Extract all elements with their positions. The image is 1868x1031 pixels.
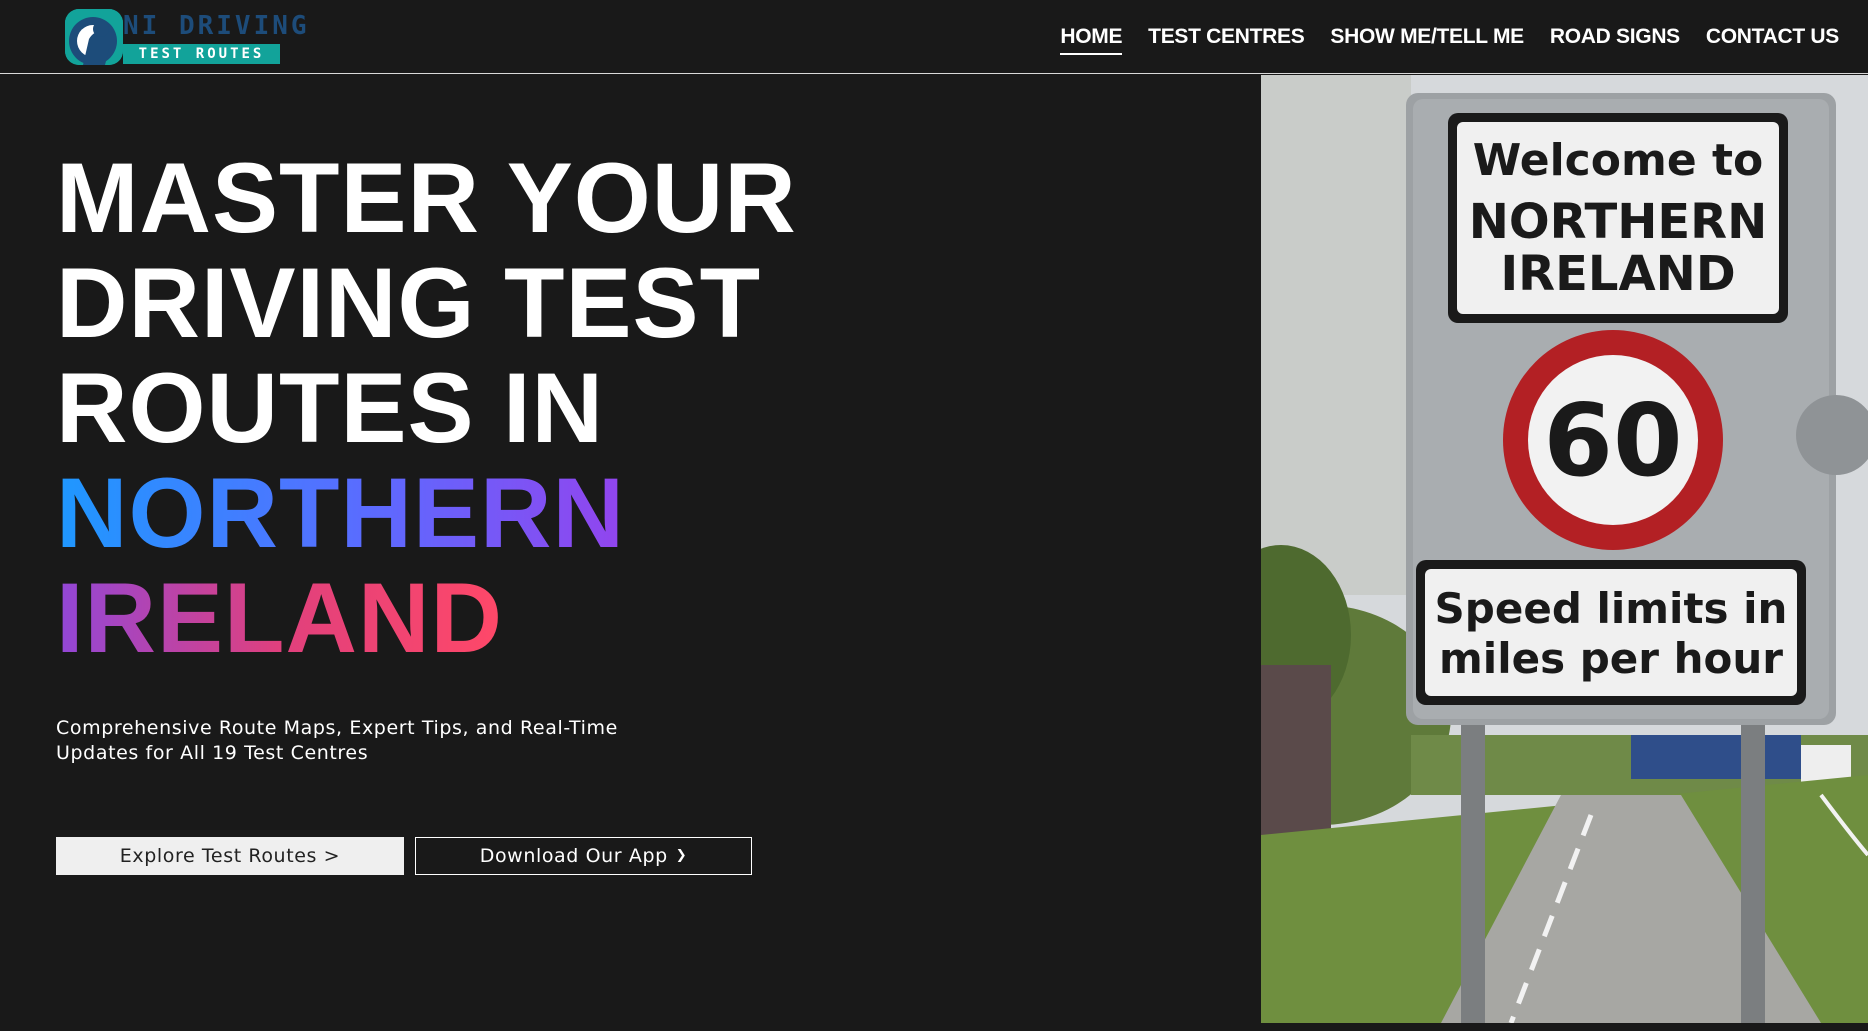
hero-title: MASTER YOUR DRIVING TEST ROUTES IN NORTH… <box>56 145 956 670</box>
explore-test-routes-label: Explore Test Routes > <box>119 845 341 867</box>
nav-show-me-tell-me[interactable]: SHOW ME/TELL ME <box>1330 22 1524 55</box>
nav-test-centres[interactable]: TEST CENTRES <box>1148 22 1305 55</box>
hero-title-line-3: ROUTES IN <box>56 352 605 463</box>
speed-limit-value: 60 <box>1543 382 1682 499</box>
download-app-button[interactable]: Download Our App ❯ <box>415 837 752 875</box>
site-header: NI DRIVING TEST ROUTES HOME TEST CENTRES… <box>0 0 1868 74</box>
hero-title-line-1: MASTER YOUR <box>56 142 797 253</box>
hero-photo-road-sign: Welcome to NORTHERN IRELAND 60 Speed lim… <box>1261 75 1868 1023</box>
hero-subtitle: Comprehensive Route Maps, Expert Tips, a… <box>56 717 618 764</box>
sign-welcome-line-1: Welcome to <box>1473 135 1763 186</box>
driver-silhouette-icon <box>65 9 123 65</box>
hero-title-ireland: IRELAND <box>56 562 503 673</box>
nav-home[interactable]: HOME <box>1060 22 1122 55</box>
sign-welcome-line-2: NORTHERN <box>1469 194 1768 250</box>
explore-test-routes-button[interactable]: Explore Test Routes > <box>56 837 404 875</box>
nav-contact-us[interactable]: CONTACT US <box>1706 22 1839 55</box>
hero-title-line-2: DRIVING TEST <box>56 247 762 358</box>
sign-speed-line-2: miles per hour <box>1439 634 1783 683</box>
download-app-label: Download Our App <box>479 845 668 867</box>
nav-road-signs[interactable]: ROAD SIGNS <box>1550 22 1680 55</box>
sign-speed-line-1: Speed limits in <box>1435 584 1788 633</box>
sign-welcome-line-3: IRELAND <box>1500 246 1735 302</box>
site-logo[interactable]: NI DRIVING TEST ROUTES <box>65 9 310 65</box>
main-nav: HOME TEST CENTRES SHOW ME/TELL ME ROAD S… <box>1060 22 1839 55</box>
logo-title: NI DRIVING <box>123 11 310 41</box>
hero-title-northern: NORTHERN <box>56 457 625 568</box>
logo-subtitle: TEST ROUTES <box>123 44 280 64</box>
chevron-down-icon: ❯ <box>675 848 688 863</box>
